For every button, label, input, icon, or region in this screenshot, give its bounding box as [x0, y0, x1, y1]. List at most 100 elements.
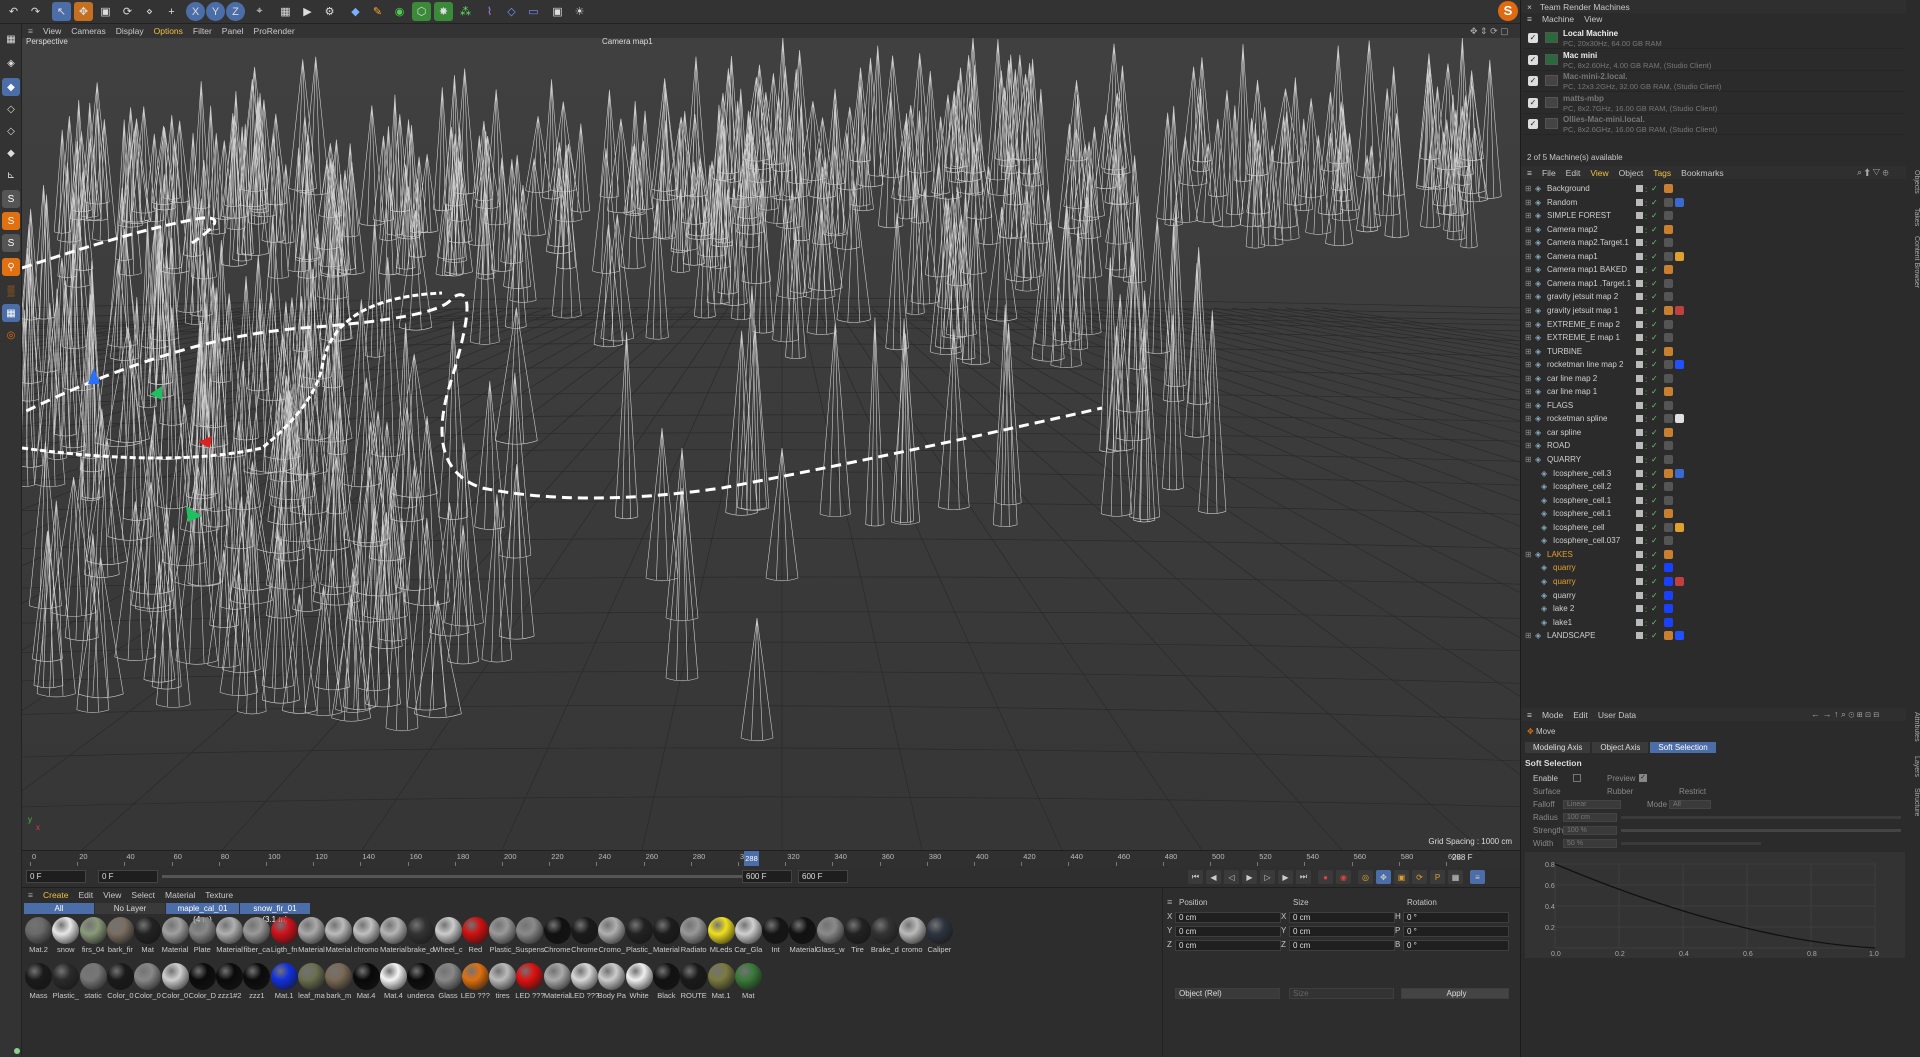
radius-field[interactable]: 100 cm [1563, 813, 1617, 822]
object-row[interactable]: ⊞ ◈ QUARRY : ✓ [1523, 453, 1905, 467]
position-field[interactable]: 0 cm [1175, 926, 1281, 937]
enabled-check-icon[interactable]: ✓ [1651, 304, 1658, 318]
next-key-button[interactable]: ▶ [1278, 870, 1293, 884]
layer-color-swatch[interactable] [1636, 550, 1643, 558]
layer-color-swatch[interactable] [1636, 428, 1643, 436]
go-to-end-button[interactable]: ⏭ [1296, 870, 1311, 884]
enabled-check-icon[interactable]: ✓ [1651, 467, 1658, 481]
visibility-toggle-icon[interactable]: : [1645, 549, 1647, 563]
visibility-toggle-icon[interactable]: : [1645, 495, 1647, 509]
machine-checkbox[interactable]: ✓ [1528, 97, 1538, 108]
layer-color-swatch[interactable] [1636, 537, 1643, 545]
object-menu-edit[interactable]: Edit [1566, 168, 1581, 178]
object-row[interactable]: ⊞ ◈ Random : ✓ [1523, 196, 1905, 210]
go-to-start-button[interactable]: ⏮ [1188, 870, 1203, 884]
object-name[interactable]: car line map 2 [1547, 372, 1597, 386]
layer-color-swatch[interactable] [1636, 334, 1643, 342]
object-name[interactable]: car line map 1 [1547, 385, 1597, 399]
layer-tab-all[interactable]: All [24, 902, 94, 914]
expand-toggle-icon[interactable]: ⊞ [1525, 358, 1532, 372]
object-name[interactable]: Icosphere_cell.1 [1553, 494, 1611, 508]
object-name[interactable]: car spline [1547, 426, 1581, 440]
tag-icon[interactable] [1664, 604, 1673, 614]
coord-menu-icon[interactable]: ≡ [1167, 897, 1172, 907]
undo-icon[interactable]: ↶ [4, 2, 23, 21]
expand-toggle-icon[interactable]: ⊞ [1525, 304, 1532, 318]
tag-icon[interactable] [1664, 414, 1673, 424]
object-row[interactable]: ◈ Icosphere_cell : ✓ [1523, 521, 1905, 535]
enable-checkbox[interactable] [1573, 774, 1581, 782]
3d-viewport[interactable]: Perspective Camera map1 Grid Spacing : 1… [22, 38, 1520, 850]
tag-icon[interactable] [1675, 414, 1684, 424]
object-row[interactable]: ⊞ ◈ Camera map1 BAKED : ✓ [1523, 263, 1905, 277]
layer-color-swatch[interactable] [1636, 456, 1643, 463]
visibility-toggle-icon[interactable]: : [1645, 278, 1647, 292]
step-forward-button[interactable]: ▷ [1260, 870, 1275, 884]
mode-select[interactable]: All [1669, 800, 1711, 809]
team-render-machine[interactable]: ✓ Ollies-Mac-mini.local. PC, 8x2.6GHz, 1… [1523, 114, 1905, 135]
machine-checkbox[interactable]: ✓ [1528, 54, 1538, 65]
layer-color-swatch[interactable] [1636, 252, 1643, 260]
cloner-icon[interactable]: ⁂ [456, 2, 475, 21]
visibility-toggle-icon[interactable]: : [1645, 359, 1647, 373]
object-row[interactable]: ⊞ ◈ gravity jetsuit map 1 : ✓ [1523, 304, 1905, 318]
attributes-menu-icon[interactable]: ≡ [1527, 710, 1532, 720]
tag-icon[interactable] [1664, 482, 1673, 492]
enable-axis-icon[interactable]: ⚲ [2, 258, 20, 276]
timeline-icon[interactable]: ≡ [1470, 870, 1485, 884]
expand-toggle-icon[interactable]: ⊞ [1525, 426, 1532, 440]
visibility-toggle-icon[interactable]: : [1645, 346, 1647, 360]
object-menu-view[interactable]: View [1590, 168, 1608, 178]
object-name[interactable]: quarry [1553, 561, 1576, 575]
recent-tool-icon[interactable]: ⋄ [140, 2, 159, 21]
snap-icon[interactable]: S [2, 190, 20, 208]
visibility-toggle-icon[interactable]: : [1645, 291, 1647, 305]
rotate-tool-icon[interactable]: ⟳ [118, 2, 137, 21]
layer-color-swatch[interactable] [1636, 510, 1643, 518]
layer-color-swatch[interactable] [1636, 496, 1643, 504]
rotation-field[interactable]: 0 ° [1403, 912, 1509, 923]
tag-icon[interactable] [1664, 576, 1673, 586]
team-render-menu-view[interactable]: View [1584, 14, 1602, 24]
tag-icon[interactable] [1675, 251, 1684, 261]
visibility-toggle-icon[interactable]: : [1645, 630, 1647, 644]
enabled-check-icon[interactable]: ✓ [1651, 182, 1658, 196]
expand-toggle-icon[interactable]: ⊞ [1525, 209, 1532, 223]
tag-icon[interactable] [1675, 631, 1684, 641]
enabled-check-icon[interactable]: ✓ [1651, 223, 1658, 237]
object-manager-search-icon[interactable]: ⌕ ⬆ ▽ ⊕ [1857, 167, 1889, 178]
enabled-check-icon[interactable]: ✓ [1651, 412, 1658, 426]
width-slider[interactable] [1621, 842, 1761, 845]
preview-range-bar[interactable] [162, 875, 742, 878]
rotation-field[interactable]: 0 ° [1403, 940, 1509, 951]
tag-icon[interactable] [1664, 224, 1673, 234]
tag-icon[interactable] [1664, 441, 1673, 451]
object-row[interactable]: ◈ quarry : ✓ [1523, 589, 1905, 603]
object-row[interactable]: ⊞ ◈ Camera map2.Target.1 : ✓ [1523, 236, 1905, 250]
size-field[interactable]: 0 cm [1289, 940, 1395, 951]
falloff-curve-graph[interactable]: 0.8 0.6 0.4 0.2 0.0 0.2 0.4 0.6 0.8 1.0 [1525, 852, 1905, 958]
expand-toggle-icon[interactable]: ⊞ [1525, 196, 1532, 210]
material-menu-icon[interactable]: ≡ [28, 890, 33, 900]
visibility-toggle-icon[interactable]: : [1645, 535, 1647, 549]
scale-key-icon[interactable]: ▣ [1394, 870, 1409, 884]
viewport-menu-options[interactable]: Options [154, 26, 183, 36]
z-axis-icon[interactable]: Z [226, 2, 245, 21]
object-name[interactable]: Icosphere_cell.037 [1553, 534, 1620, 548]
layer-color-swatch[interactable] [1636, 442, 1643, 450]
tag-icon[interactable] [1675, 576, 1684, 586]
layer-color-swatch[interactable] [1636, 577, 1643, 585]
object-row[interactable]: ⊞ ◈ car spline : ✓ [1523, 426, 1905, 440]
object-row[interactable]: ⊞ ◈ EXTREME_E map 1 : ✓ [1523, 331, 1905, 345]
strength-slider[interactable] [1621, 829, 1901, 832]
layer-color-swatch[interactable] [1636, 212, 1643, 220]
visibility-toggle-icon[interactable]: : [1645, 562, 1647, 576]
object-name[interactable]: Camera map1 .Target.1 [1547, 277, 1631, 291]
object-row[interactable]: ⊞ ◈ rocketman spline : ✓ [1523, 412, 1905, 426]
expand-toggle-icon[interactable]: ⊞ [1525, 548, 1532, 562]
expand-toggle-icon[interactable]: ⊞ [1525, 372, 1532, 386]
tag-icon[interactable] [1664, 495, 1673, 505]
viewport-menu-view[interactable]: View [43, 26, 61, 36]
position-field[interactable]: 0 cm [1175, 940, 1281, 951]
enabled-check-icon[interactable]: ✓ [1651, 575, 1658, 589]
